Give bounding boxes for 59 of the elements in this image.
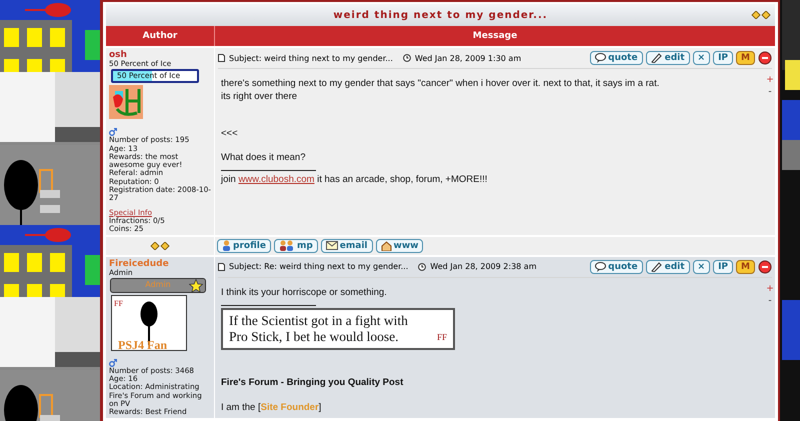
- action-button[interactable]: ×: [692, 51, 710, 65]
- action-button[interactable]: ×: [692, 260, 710, 274]
- resize-control[interactable]: -: [768, 296, 772, 306]
- signature-banner-text: Pro Stick, I bet he would loose.: [229, 328, 398, 345]
- signature-link[interactable]: www.clubosh.com: [238, 174, 314, 185]
- resize-control[interactable]: +: [766, 284, 774, 294]
- mp-button[interactable]: mp: [274, 238, 318, 253]
- house-icon: [380, 240, 392, 251]
- signature-text: join www.clubosh.com it has an arcade, shop, forum, +MORE!!!: [221, 173, 488, 186]
- post-date: Wed Jan 28, 2009 1:30 am: [414, 54, 522, 62]
- envelope-icon: [326, 241, 338, 250]
- pencil-icon: [650, 262, 663, 272]
- signature-banner-mark: FF: [436, 330, 447, 344]
- email-button[interactable]: email: [320, 238, 372, 253]
- jump-arrows-icon[interactable]: [150, 242, 170, 250]
- male-symbol-icon: [109, 358, 117, 367]
- post-text: What does it mean?: [221, 151, 306, 164]
- rank-badge-label: Admin: [145, 281, 171, 290]
- profile-button[interactable]: profile: [217, 238, 271, 253]
- signature-banner-text: If the Scientist got in a fight with: [229, 312, 408, 329]
- signature-slogan: Fire's Forum - Bringing you Quality Post: [221, 376, 404, 389]
- topic-title: weird thing next to my gender...: [333, 10, 548, 20]
- column-header: Message: [214, 26, 775, 46]
- speech-bubble-icon: [595, 262, 606, 272]
- resize-control[interactable]: -: [768, 87, 772, 97]
- edit-button[interactable]: edit: [646, 260, 690, 274]
- document-icon: [218, 262, 225, 271]
- avatar-caption: PSJ4 Fan: [118, 340, 168, 349]
- post-text: I think its your horriscope or something.: [221, 286, 388, 299]
- navigation-arrows-icon[interactable]: [751, 11, 771, 19]
- post-subject: Subject: Re: weird thing next to my gender...: [229, 262, 408, 272]
- post-text: there's something next to my gender that says "cancer" when i hover over it. next to that, it says im a rat. its right over there: [221, 77, 660, 103]
- stop-icon[interactable]: [758, 260, 772, 274]
- speech-bubble-icon: [595, 53, 606, 63]
- pencil-icon: [650, 53, 663, 63]
- resize-control[interactable]: +: [766, 75, 774, 85]
- post-subject: Subject: weird thing next to my gender...: [229, 54, 393, 62]
- signature-text: I am the [Site Founder]: [221, 400, 322, 414]
- document-icon: [218, 54, 225, 62]
- clock-icon: [418, 262, 426, 271]
- quote-button[interactable]: quote: [590, 51, 643, 65]
- action-button[interactable]: IP: [713, 51, 734, 65]
- people-icon: [278, 240, 295, 252]
- edit-button[interactable]: edit: [646, 51, 690, 65]
- stop-icon[interactable]: [758, 51, 772, 65]
- action-button[interactable]: IP: [713, 260, 734, 274]
- author-name[interactable]: osh: [109, 50, 211, 60]
- www-button[interactable]: www: [376, 238, 424, 253]
- quote-button[interactable]: quote: [590, 260, 643, 274]
- clock-icon: [402, 54, 411, 62]
- avatar-mark: FF: [114, 300, 123, 308]
- person-icon: [222, 240, 231, 252]
- column-header: Author: [106, 26, 214, 46]
- moderate-button[interactable]: M: [736, 260, 755, 274]
- male-symbol-icon: [109, 128, 117, 136]
- post-date: Wed Jan 28, 2009 2:38 am: [430, 262, 536, 272]
- moderate-button[interactable]: M: [736, 51, 755, 65]
- avatar-drawing: [109, 85, 143, 120]
- post-text: <<<: [221, 127, 239, 140]
